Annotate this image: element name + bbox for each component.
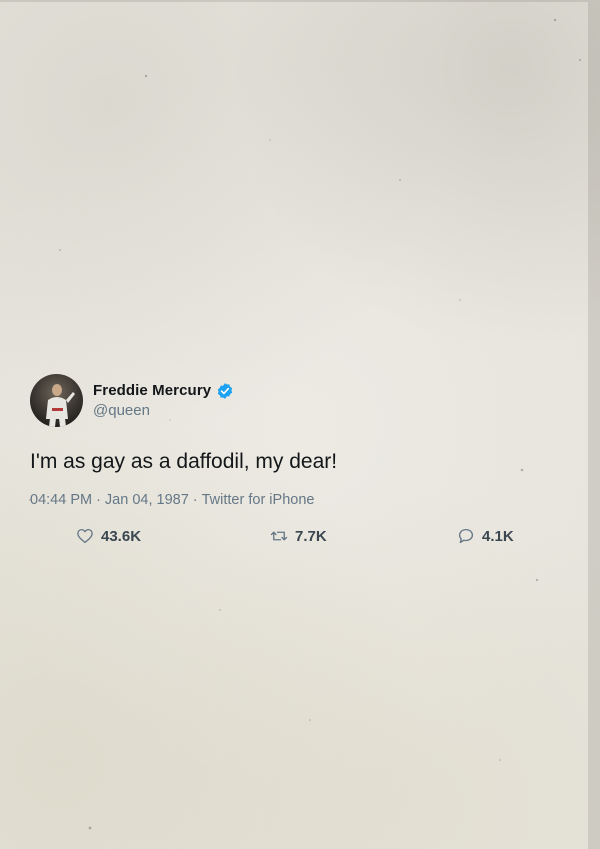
display-name[interactable]: Freddie Mercury [93,382,211,399]
like-count: 43.6K [101,527,142,545]
retweet-button[interactable]: 7.7K [270,527,327,545]
retweet-icon [270,531,288,541]
heart-icon [77,528,93,544]
tweet-date[interactable]: Jan 04, 1987 [105,492,189,508]
reply-button[interactable]: 4.1K [457,527,514,545]
meta-separator: · [192,492,198,508]
tweet-text: I'm as gay as a daffodil, my dear! [30,450,338,473]
retweet-count: 7.7K [295,527,327,545]
tweet-source[interactable]: Twitter for iPhone [202,492,315,508]
tweet-stats: 43.6K 7.7K 4.1K [30,527,550,549]
avatar[interactable] [30,373,83,427]
like-button[interactable]: 43.6K [76,527,141,545]
name-row: Freddie Mercury [93,382,234,400]
user-handle[interactable]: @queen [93,402,234,419]
tweet-card: Freddie Mercury @queen I'm as gay as a d… [30,372,550,545]
tweet-header: Freddie Mercury @queen [30,372,550,428]
reply-icon [458,528,474,544]
author-block: Freddie Mercury @queen [93,382,234,419]
tweet-meta: 04:44 PM · Jan 04, 1987 · Twitter for iPhone [30,492,550,508]
meta-separator: · [96,492,101,508]
verified-badge-icon [216,382,234,400]
reply-count: 4.1K [482,527,514,545]
tweet-time[interactable]: 04:44 PM [30,492,92,508]
